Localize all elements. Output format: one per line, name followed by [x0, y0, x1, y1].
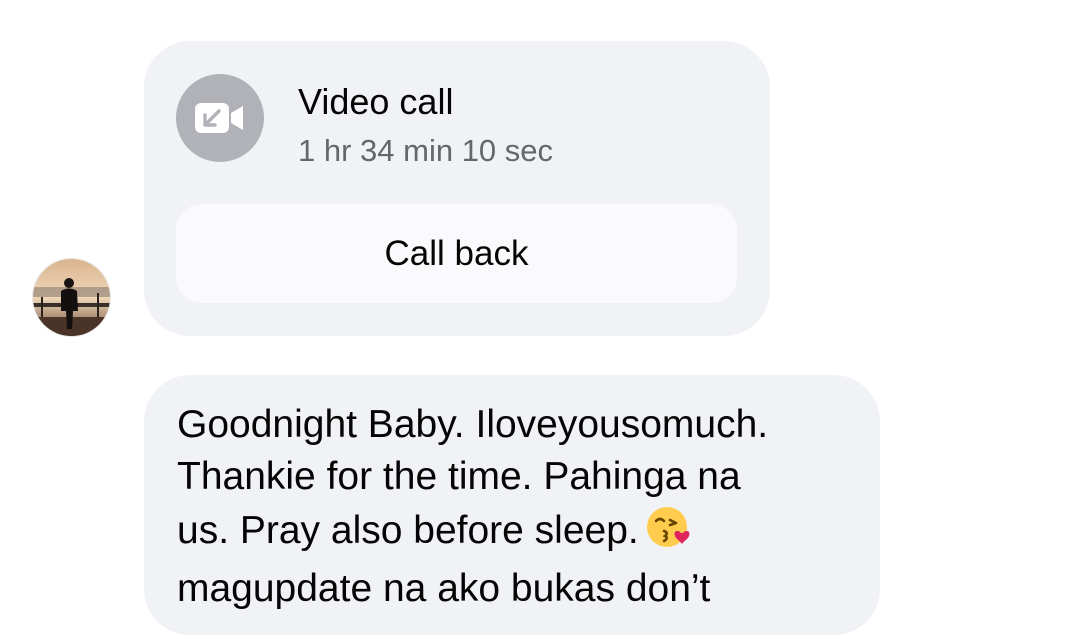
- message-line: us. Pray also before sleep.: [177, 503, 867, 563]
- sender-avatar[interactable]: [33, 259, 110, 336]
- avatar-photo: [33, 259, 110, 336]
- call-back-button[interactable]: Call back: [176, 204, 737, 303]
- message-line: Thankie for the time. Pahinga na: [177, 455, 741, 498]
- message-bubble[interactable]: Goodnight Baby. Iloveyousomuch. Thankie …: [144, 375, 880, 635]
- call-title: Video call: [298, 81, 454, 122]
- video-call-card: Video call 1 hr 34 min 10 sec Call back: [144, 41, 770, 336]
- message-line: Goodnight Baby. Iloveyousomuch.: [177, 403, 769, 446]
- kiss-emoji-icon: [645, 503, 691, 563]
- message-text: Goodnight Baby. Iloveyousomuch. Thankie …: [177, 399, 867, 615]
- message-line-text: us. Pray also before sleep.: [177, 509, 639, 552]
- call-duration: 1 hr 34 min 10 sec: [298, 133, 554, 168]
- video-camera-incoming-icon: [176, 74, 264, 162]
